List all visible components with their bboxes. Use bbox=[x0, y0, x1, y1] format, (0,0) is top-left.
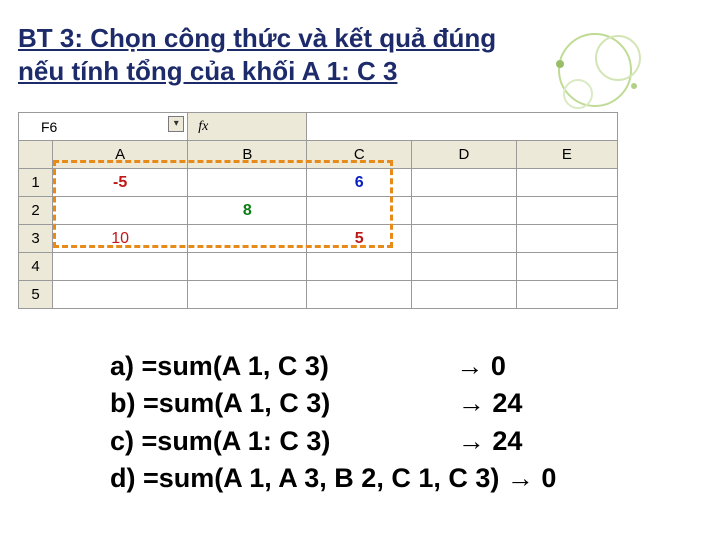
arrow-icon: → bbox=[458, 388, 485, 418]
row-header-5[interactable]: 5 bbox=[19, 281, 53, 309]
row-2: 2 8 bbox=[19, 197, 618, 225]
cell-D2[interactable] bbox=[412, 197, 517, 225]
cell-B5[interactable] bbox=[188, 281, 307, 309]
answer-d: d) =sum(A 1, A 3, B 2, C 1, C 3) → 0 bbox=[110, 460, 556, 497]
col-header-B[interactable]: B bbox=[188, 141, 307, 169]
cell-E3[interactable] bbox=[516, 225, 617, 253]
chevron-down-icon[interactable]: ▾ bbox=[168, 116, 184, 132]
question-title: BT 3: Chọn công thức và kết quả đúng nếu… bbox=[18, 22, 538, 87]
cell-C3[interactable]: 5 bbox=[307, 225, 412, 253]
spreadsheet: F6 ▾ fx A B C D E 1 -5 6 2 8 bbox=[18, 112, 618, 309]
cell-E5[interactable] bbox=[516, 281, 617, 309]
column-headers: A B C D E bbox=[19, 141, 618, 169]
cell-D3[interactable] bbox=[412, 225, 517, 253]
col-header-A[interactable]: A bbox=[53, 141, 188, 169]
cell-A3[interactable]: 10 bbox=[53, 225, 188, 253]
cell-D1[interactable] bbox=[412, 169, 517, 197]
row-header-3[interactable]: 3 bbox=[19, 225, 53, 253]
cell-A2[interactable] bbox=[53, 197, 188, 225]
answer-options: a) =sum(A 1, C 3) → 0 b) =sum(A 1, C 3) … bbox=[110, 348, 556, 497]
cell-A1[interactable]: -5 bbox=[53, 169, 188, 197]
row-header-2[interactable]: 2 bbox=[19, 197, 53, 225]
answer-a: a) =sum(A 1, C 3) → 0 bbox=[110, 348, 556, 385]
cell-A5[interactable] bbox=[53, 281, 188, 309]
row-header-4[interactable]: 4 bbox=[19, 253, 53, 281]
cell-E1[interactable] bbox=[516, 169, 617, 197]
name-box-value: F6 bbox=[41, 119, 57, 135]
formula-bar: F6 ▾ fx bbox=[19, 113, 618, 141]
col-header-D[interactable]: D bbox=[412, 141, 517, 169]
cell-E2[interactable] bbox=[516, 197, 617, 225]
cell-B2[interactable]: 8 bbox=[188, 197, 307, 225]
cell-B3[interactable] bbox=[188, 225, 307, 253]
cell-B4[interactable] bbox=[188, 253, 307, 281]
formula-input[interactable] bbox=[307, 113, 618, 141]
cell-D5[interactable] bbox=[412, 281, 517, 309]
cell-A4[interactable] bbox=[53, 253, 188, 281]
row-1: 1 -5 6 bbox=[19, 169, 618, 197]
col-header-C[interactable]: C bbox=[307, 141, 412, 169]
cell-D4[interactable] bbox=[412, 253, 517, 281]
row-3: 3 10 5 bbox=[19, 225, 618, 253]
cell-C5[interactable] bbox=[307, 281, 412, 309]
col-header-E[interactable]: E bbox=[516, 141, 617, 169]
cell-B1[interactable] bbox=[188, 169, 307, 197]
row-header-1[interactable]: 1 bbox=[19, 169, 53, 197]
arrow-icon: → bbox=[458, 426, 485, 456]
answer-c: c) =sum(A 1: C 3) → 24 bbox=[110, 423, 556, 460]
cell-C4[interactable] bbox=[307, 253, 412, 281]
row-4: 4 bbox=[19, 253, 618, 281]
answer-b: b) =sum(A 1, C 3) → 24 bbox=[110, 385, 556, 422]
fx-label: fx bbox=[188, 113, 307, 141]
cell-E4[interactable] bbox=[516, 253, 617, 281]
name-box[interactable]: F6 ▾ bbox=[19, 113, 188, 141]
cell-C2[interactable] bbox=[307, 197, 412, 225]
cell-C1[interactable]: 6 bbox=[307, 169, 412, 197]
row-5: 5 bbox=[19, 281, 618, 309]
corner-cell[interactable] bbox=[19, 141, 53, 169]
arrow-icon: → bbox=[456, 351, 483, 381]
arrow-icon: → bbox=[507, 463, 534, 493]
